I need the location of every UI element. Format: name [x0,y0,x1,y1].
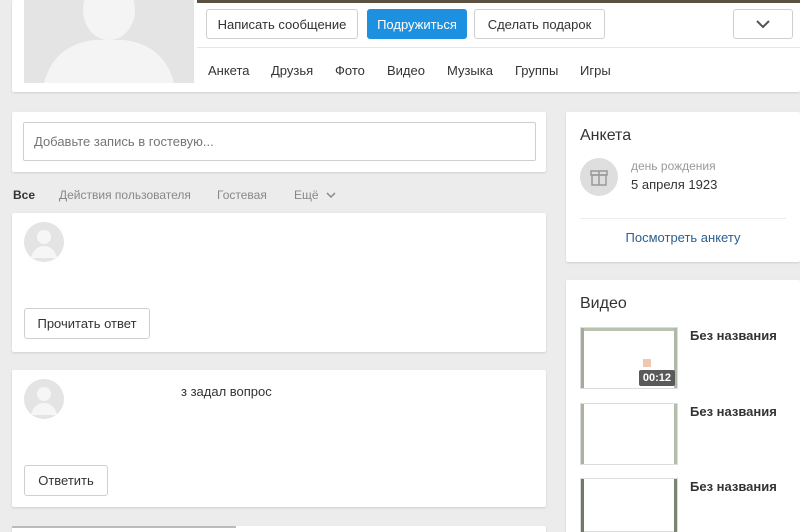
thumb-edge [674,479,677,532]
add-friend-button[interactable]: Подружиться [367,9,467,39]
birthday-label: день рождения [631,159,716,173]
profile-avatar[interactable] [24,0,194,83]
user-silhouette-icon [24,379,64,419]
nav-games[interactable]: Игры [580,63,611,78]
user-silhouette-icon [24,0,194,83]
video-card-title: Видео [580,295,627,312]
profile-info-card: Анкета день рождения 5 апреля 1923 Посмо… [566,112,800,262]
video-title[interactable]: Без названия [690,328,777,343]
thumb-edge [581,328,584,388]
video-duration: 00:12 [638,370,675,386]
tab-user-actions[interactable]: Действия пользователя [59,188,191,202]
header-top-border [197,0,800,3]
tab-more[interactable]: Ещё [294,188,336,202]
thumb-accent [643,359,651,367]
chevron-down-icon [326,192,336,199]
profile-card-divider [580,218,786,219]
video-thumbnail[interactable] [580,403,678,465]
view-profile-link[interactable]: Посмотреть анкету [566,230,800,245]
nav-photo[interactable]: Фото [335,63,365,78]
video-title[interactable]: Без названия [690,479,777,494]
make-gift-button[interactable]: Сделать подарок [474,9,605,39]
tab-all[interactable]: Все [13,188,35,202]
birthday-value: 5 апреля 1923 [631,177,718,192]
avatar[interactable] [24,379,64,419]
user-silhouette-icon [24,222,64,262]
video-thumbnail[interactable]: 00:12 [580,327,678,389]
chevron-down-icon [756,20,770,29]
video-thumbnail[interactable] [580,478,678,532]
thumb-edge [674,404,677,464]
feed-item-text: з задал вопрос [181,384,272,399]
tab-guestbook[interactable]: Гостевая [217,188,267,202]
profile-card-title: Анкета [580,127,632,144]
gift-icon [590,170,608,186]
reply-button[interactable]: Ответить [24,465,108,496]
nav-video[interactable]: Видео [387,63,425,78]
tab-more-label: Ещё [294,188,319,202]
video-title[interactable]: Без названия [690,404,777,419]
more-actions-button[interactable] [733,9,793,39]
guestbook-input[interactable] [23,122,536,161]
nav-friends[interactable]: Друзья [271,63,313,78]
nav-music[interactable]: Музыка [447,63,493,78]
avatar[interactable] [24,222,64,262]
read-answer-button[interactable]: Прочитать ответ [24,308,150,339]
header-divider [197,47,800,48]
bottom-input-edge [12,526,236,528]
gift-icon-circle [580,158,618,196]
thumb-edge [581,328,677,331]
nav-profile[interactable]: Анкета [208,63,250,78]
thumb-edge [581,404,584,464]
thumb-edge [581,479,584,532]
nav-groups[interactable]: Группы [515,63,558,78]
write-message-button[interactable]: Написать сообщение [206,9,358,39]
